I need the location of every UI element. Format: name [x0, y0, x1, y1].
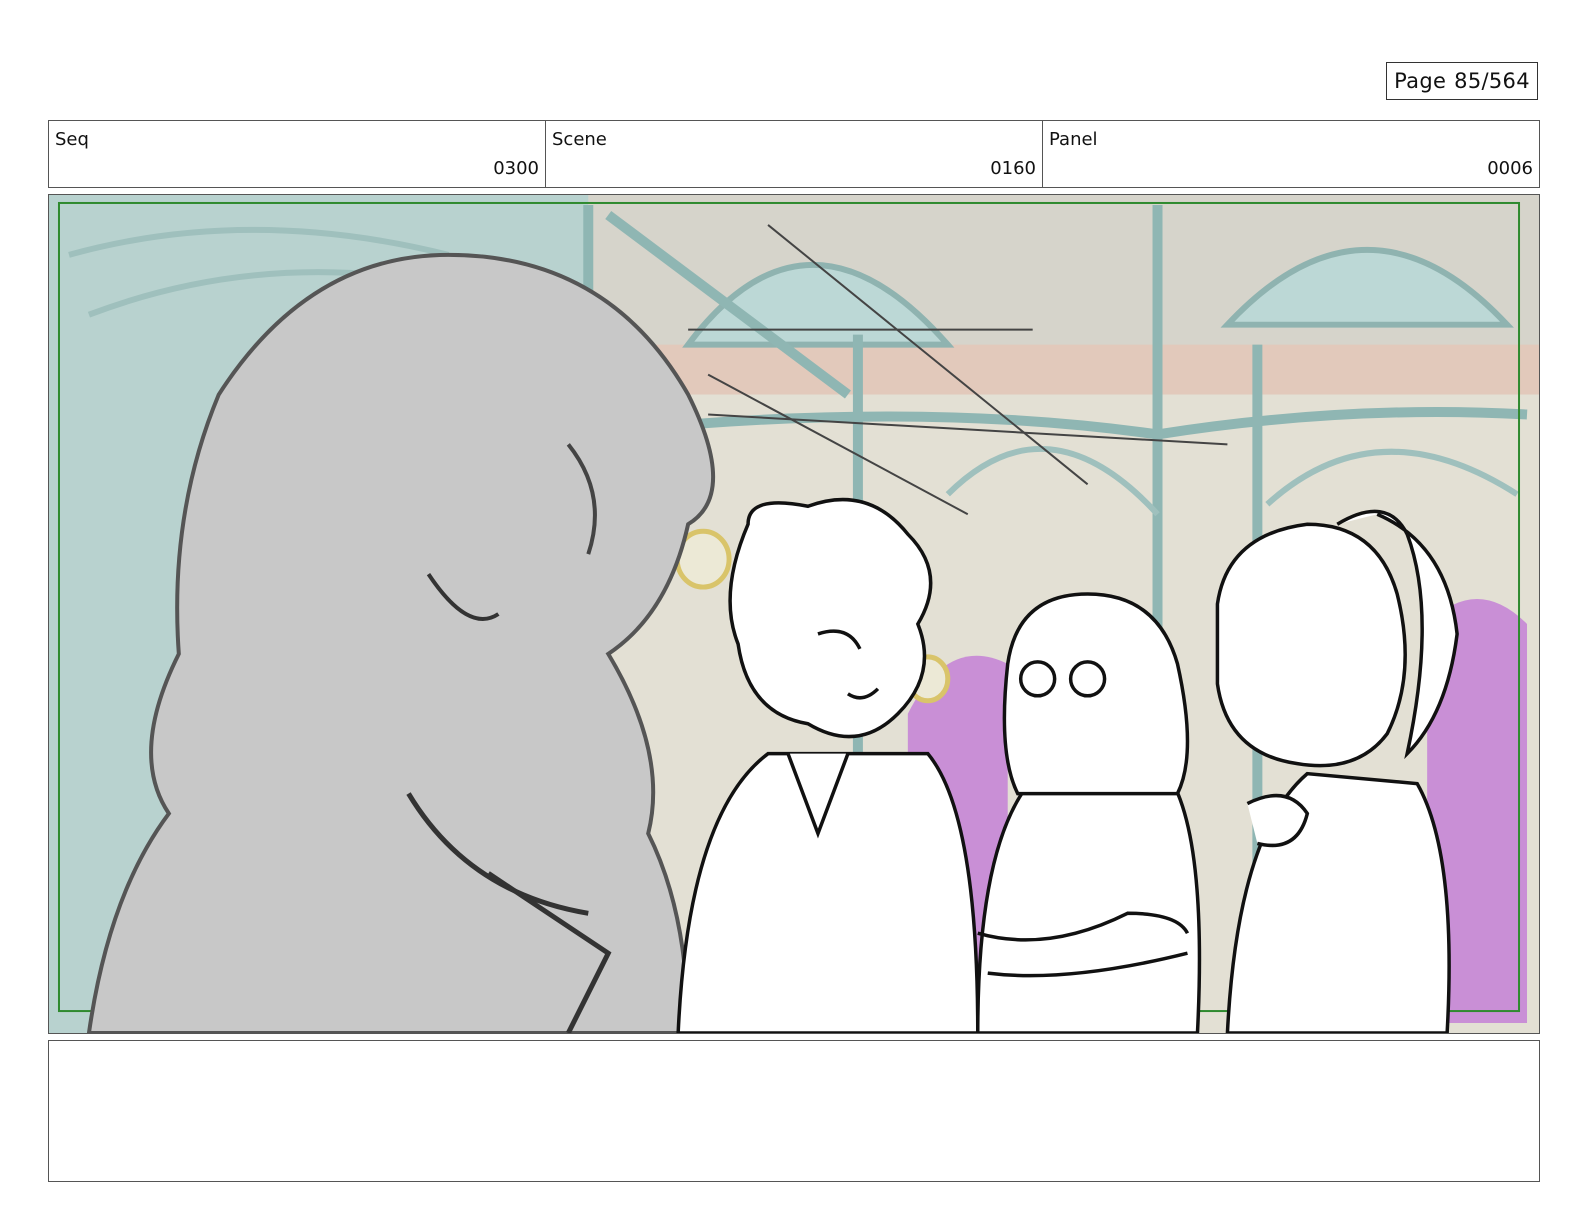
page-number: 85/564 [1454, 69, 1530, 93]
storyboard-drawing [49, 195, 1539, 1033]
page-counter: Page 85/564 [1386, 62, 1538, 100]
seq-value: 0300 [493, 158, 539, 179]
scene-value: 0160 [990, 158, 1036, 179]
panel-cell: Panel 0006 [1043, 121, 1539, 187]
scene-label: Scene [552, 129, 607, 150]
seq-label: Seq [55, 129, 89, 150]
panel-info-header: Seq 0300 Scene 0160 Panel 0006 [48, 120, 1540, 188]
panel-label: Panel [1049, 129, 1098, 150]
panel-value: 0006 [1487, 158, 1533, 179]
page-prefix: Page [1394, 69, 1447, 93]
seq-cell: Seq 0300 [49, 121, 546, 187]
panel-notes-box [48, 1040, 1540, 1182]
scene-cell: Scene 0160 [546, 121, 1043, 187]
storyboard-panel-image [48, 194, 1540, 1034]
